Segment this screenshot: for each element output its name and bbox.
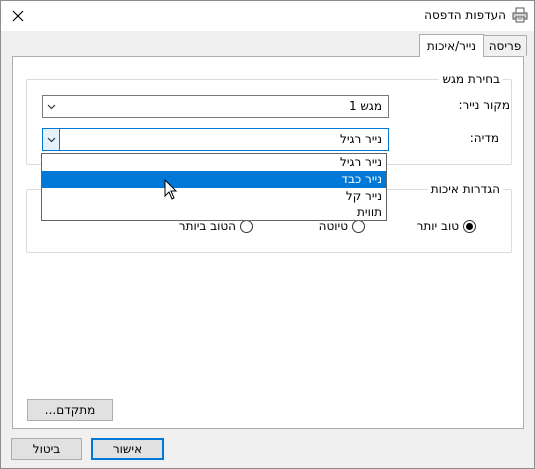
media-option-light[interactable]: נייר קל (42, 188, 386, 205)
group-title: בחירת מגש (439, 72, 503, 86)
media-dropdown-list[interactable]: נייר רגיל נייר כבד נייר קל תווית (41, 153, 387, 221)
media-option-label[interactable]: תווית (42, 204, 386, 221)
chevron-down-icon[interactable] (43, 129, 60, 150)
button-label: ביטול (32, 442, 61, 456)
media-option-heavy[interactable]: נייר כבד (42, 171, 386, 188)
radio-unchecked-icon[interactable] (240, 219, 253, 233)
tab-panel: בחירת מגש מקור נייר: מגש 1 מדיה: נייר רג… (12, 56, 524, 429)
close-icon (12, 10, 24, 22)
radio-label: טוב יותר (416, 219, 459, 233)
window-title: העדפות הדפסה (424, 8, 506, 22)
media-value: נייר רגיל (340, 132, 382, 146)
advanced-button[interactable]: מתקדם... (27, 399, 113, 421)
chevron-down-icon[interactable] (43, 96, 60, 117)
radio-checked-icon[interactable] (463, 219, 476, 233)
paper-source-value: מגש 1 (348, 99, 382, 113)
media-select[interactable]: נייר רגיל (42, 128, 389, 151)
media-option-plain[interactable]: נייר רגיל (42, 154, 386, 171)
mouse-cursor-icon (164, 179, 178, 200)
radio-unchecked-icon[interactable] (352, 219, 365, 233)
cancel-button[interactable]: ביטול (11, 438, 82, 460)
tab-layout[interactable]: פריסה (483, 35, 527, 56)
printer-icon (512, 7, 528, 23)
group-title: הגדרות איכות (427, 182, 503, 196)
button-label: מתקדם... (44, 403, 96, 417)
tab-label: פריסה (488, 39, 522, 53)
tab-paper-quality[interactable]: נייר/איכות (419, 34, 484, 57)
radio-label: טיוטה (318, 219, 348, 233)
paper-source-select[interactable]: מגש 1 (42, 95, 389, 118)
title-bar: העדפות הדפסה (1, 1, 534, 31)
tab-label: נייר/איכות (426, 39, 477, 53)
radio-label: הטוב ביותר (178, 219, 236, 233)
close-button[interactable] (5, 3, 31, 29)
print-preferences-dialog: העדפות הדפסה פריסה נייר/איכות בחירת מגש … (0, 0, 535, 469)
paper-source-label: מקור נייר: (458, 98, 510, 112)
ok-button[interactable]: אישור (91, 438, 164, 460)
media-label: מדיה: (469, 131, 499, 145)
quality-radio-better[interactable]: טוב יותר (417, 218, 476, 234)
button-label: אישור (112, 442, 143, 456)
